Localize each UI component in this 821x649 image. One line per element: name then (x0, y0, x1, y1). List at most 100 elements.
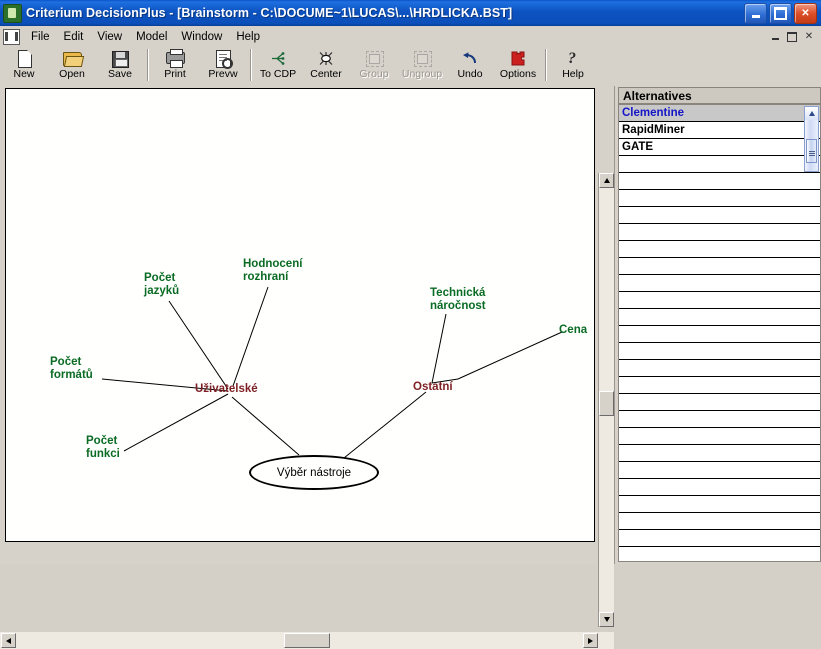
list-item-empty[interactable] (619, 258, 820, 275)
document-icon[interactable] (3, 28, 20, 45)
toolbar-button-save[interactable]: Save (96, 47, 144, 85)
list-item-empty[interactable] (619, 462, 820, 479)
scrollbar-thumb[interactable] (806, 139, 817, 163)
close-button[interactable]: ✕ (794, 2, 817, 24)
empty-rows-container (619, 156, 820, 547)
list-item-empty[interactable] (619, 343, 820, 360)
toolbar-button-undo[interactable]: Undo (446, 47, 494, 85)
toolbar-label: Center (310, 68, 342, 80)
list-item-empty[interactable] (619, 445, 820, 462)
node-technicka-narocnost[interactable]: Technická náročnost (430, 287, 486, 313)
scrollbar-thumb[interactable] (284, 633, 330, 648)
toolbar-button-to-cdp[interactable]: To CDP (254, 47, 302, 85)
line-cena (457, 331, 563, 380)
scroll-down-button[interactable] (599, 612, 614, 627)
line-ostatni-goal (343, 391, 427, 459)
minimize-button[interactable] (744, 2, 767, 24)
alternatives-title: Alternatives (623, 88, 692, 103)
list-item-empty[interactable] (619, 241, 820, 258)
list-item-empty[interactable] (619, 394, 820, 411)
scrollbar-thumb[interactable] (599, 391, 614, 416)
new-document-icon (12, 49, 36, 68)
node-pocet-formatu[interactable]: Počet formátů (50, 356, 93, 382)
toolbar-label: Group (359, 68, 389, 80)
mdi-restore-button[interactable] (784, 29, 800, 44)
toolbar-label: Print (164, 68, 186, 80)
print-preview-icon (211, 49, 235, 69)
list-item-empty[interactable] (619, 173, 820, 190)
menu-bar: File Edit View Model Window Help ✕ (0, 26, 821, 48)
list-item-empty[interactable] (619, 479, 820, 496)
list-item-empty[interactable] (619, 275, 820, 292)
toolbar-label: Open (59, 68, 85, 80)
menu-item-window[interactable]: Window (174, 29, 229, 45)
node-ostatni[interactable]: Ostatní (413, 381, 453, 394)
scroll-left-button[interactable] (1, 633, 16, 648)
node-uzivatelske[interactable]: Uživatelské (195, 383, 258, 396)
list-item-empty[interactable] (619, 496, 820, 513)
alternatives-header: Alternatives (618, 87, 821, 104)
node-pocet-jazyku[interactable]: Počet jazyků (144, 272, 179, 298)
list-item-empty[interactable] (619, 411, 820, 428)
toolbar-button-help[interactable]: ? Help (549, 47, 597, 85)
toolbar-button-open[interactable]: Open (48, 47, 96, 85)
alternatives-panel: Alternatives Clementine RapidMiner GATE (614, 86, 821, 564)
toolbar-button-preview[interactable]: Prevw (199, 47, 247, 85)
menu-item-model[interactable]: Model (129, 29, 174, 45)
toolbar-button-options[interactable]: Options (494, 47, 542, 85)
window-controls: ✕ (744, 2, 817, 24)
list-item-empty[interactable] (619, 360, 820, 377)
toolbar-label: To CDP (259, 68, 297, 80)
list-item[interactable]: Clementine (619, 105, 820, 122)
list-item-empty[interactable] (619, 513, 820, 530)
alternatives-vertical-scrollbar[interactable] (804, 106, 819, 172)
brainstorm-canvas[interactable]: Počet jazyků Hodnocení rozhraní Technick… (5, 88, 595, 542)
list-item[interactable]: GATE (619, 139, 820, 156)
window-title: Criterium DecisionPlus - [Brainstorm - C… (26, 6, 513, 20)
node-pocet-funkci[interactable]: Počet funkci (86, 435, 120, 461)
node-goal-vyber-nastroje[interactable]: Výběr nástroje (249, 455, 379, 490)
toolbar-label: Ungroup (401, 68, 443, 80)
toolbar-button-new[interactable]: New (0, 47, 48, 85)
list-item-empty[interactable] (619, 326, 820, 343)
list-item[interactable]: RapidMiner (619, 122, 820, 139)
node-hodnoceni-rozhrani[interactable]: Hodnocení rozhraní (243, 258, 302, 284)
floppy-disk-icon (108, 49, 132, 68)
menu-item-view[interactable]: View (90, 29, 129, 45)
toolbar-label: New (13, 68, 35, 80)
list-item-empty[interactable] (619, 207, 820, 224)
node-cena[interactable]: Cena (559, 324, 587, 337)
toolbar-button-print[interactable]: Print (151, 47, 199, 85)
list-item-empty[interactable] (619, 224, 820, 241)
menu-item-file[interactable]: File (24, 29, 57, 45)
line-pocet-funkci (123, 393, 229, 452)
goal-label: Výběr nástroje (276, 466, 352, 479)
toolbar-button-ungroup: Ungroup (398, 47, 446, 85)
canvas-vertical-scrollbar[interactable] (598, 173, 614, 627)
toolbar: New Open Save Print Prevw To CDP Center … (0, 47, 821, 87)
list-item-empty[interactable] (619, 156, 820, 173)
list-item-empty[interactable] (619, 428, 820, 445)
open-folder-icon (60, 49, 84, 68)
scroll-up-button[interactable] (805, 107, 818, 120)
mdi-close-button[interactable]: ✕ (801, 29, 817, 44)
app-icon (3, 3, 22, 23)
list-item-empty[interactable] (619, 377, 820, 394)
line-uzivatelske-goal (231, 396, 300, 456)
list-item-empty[interactable] (619, 530, 820, 547)
menu-item-help[interactable]: Help (229, 29, 267, 45)
line-technicka-narocnost (431, 313, 447, 384)
menu-item-edit[interactable]: Edit (57, 29, 91, 45)
canvas-horizontal-scrollbar[interactable] (0, 632, 614, 649)
chevron-down-icon (603, 617, 610, 622)
mdi-minimize-button[interactable] (767, 29, 783, 44)
list-item-empty[interactable] (619, 190, 820, 207)
maximize-button[interactable] (769, 2, 792, 24)
scroll-right-button[interactable] (583, 633, 598, 648)
puzzle-piece-icon (506, 49, 530, 68)
list-item-empty[interactable] (619, 309, 820, 326)
alternatives-list[interactable]: Clementine RapidMiner GATE (618, 104, 821, 562)
scroll-up-button[interactable] (599, 173, 614, 188)
toolbar-button-center[interactable]: Center (302, 47, 350, 85)
list-item-empty[interactable] (619, 292, 820, 309)
